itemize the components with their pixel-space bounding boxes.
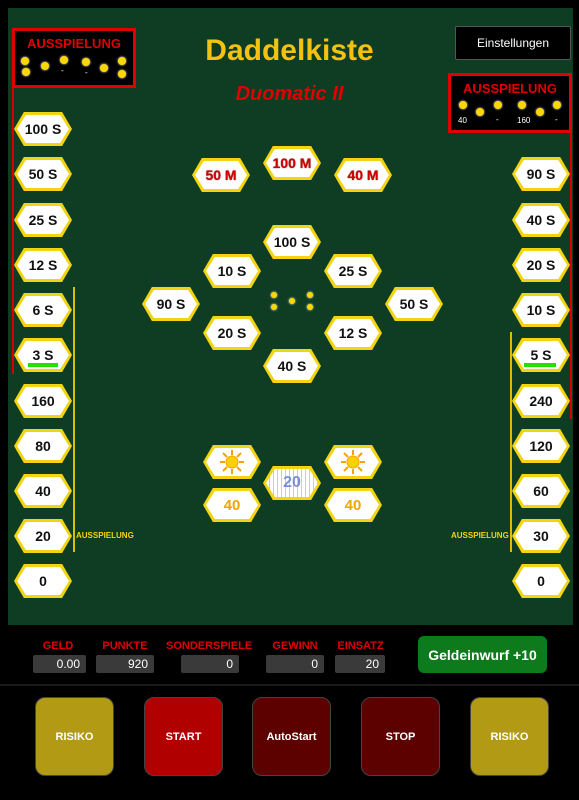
- wheel-field: 50 S: [385, 287, 443, 321]
- wheel-center-light: [289, 298, 295, 304]
- ausspielung-left-light: [100, 64, 108, 72]
- left-reel-value: 40: [203, 488, 261, 522]
- ausspielung-left-light: [41, 62, 49, 70]
- left-reel-symbol: [203, 445, 261, 479]
- right-ladder-step: 10 S: [512, 293, 570, 327]
- wheel-field: 100 S: [263, 225, 321, 259]
- wheel-center-light: [307, 292, 313, 298]
- ausspielung-left-light: [60, 56, 68, 64]
- ausspielung-left-light: [22, 68, 30, 76]
- ausspielung-right-slot: 40: [458, 116, 467, 125]
- geldeinwurf-button[interactable]: Geldeinwurf +10: [418, 636, 547, 673]
- wheel-center-light: [271, 292, 277, 298]
- ausspielung-left-slot: -: [61, 66, 64, 75]
- ausspielung-left-light: [118, 57, 126, 65]
- settings-button[interactable]: Einstellungen: [455, 26, 571, 60]
- right-ausspielung-label: AUSSPIELUNG: [451, 531, 509, 540]
- ausspielung-right-slot: 160: [517, 116, 531, 125]
- ausspielung-left-light: [118, 70, 126, 78]
- ausspielung-right-slot: -: [496, 115, 499, 124]
- left-active-indicator: [28, 363, 58, 367]
- left-ladder-step: 12 S: [14, 248, 72, 282]
- sonderspiele-value: 0: [181, 655, 239, 673]
- ausspielung-left-light: [21, 57, 29, 65]
- ausspielung-left-light: [82, 58, 90, 66]
- wheel-field: 12 S: [324, 316, 382, 350]
- risiko-left-button[interactable]: RISIKO: [35, 697, 114, 776]
- left-ladder-step: 50 S: [14, 157, 72, 191]
- ausspielung-right-light: [476, 108, 484, 116]
- einsatz-value: 20: [335, 655, 385, 673]
- right-reel-symbol: [324, 445, 382, 479]
- left-ladder-step: 40: [14, 474, 72, 508]
- ausspielung-right-light: [553, 101, 561, 109]
- top-row-field: 40 M: [334, 158, 392, 192]
- ausspielung-right-light: [536, 108, 544, 116]
- wheel-field: 20 S: [203, 316, 261, 350]
- divider: [0, 684, 579, 686]
- ausspielung-left-box: AUSSPIELUNG: [12, 28, 136, 88]
- autostart-button[interactable]: AutoStart: [252, 697, 331, 776]
- top-row-field: 50 M: [192, 158, 250, 192]
- ausspielung-right-slot: -: [555, 115, 558, 124]
- wheel-field: 10 S: [203, 254, 261, 288]
- left-ladder-step: 6 S: [14, 293, 72, 327]
- right-active-indicator: [524, 363, 556, 367]
- risiko-right-button[interactable]: RISIKO: [470, 697, 549, 776]
- left-ladder-step: 20: [14, 519, 72, 553]
- top-row-field: 100 M: [263, 146, 321, 180]
- left-ladder-step: 160: [14, 384, 72, 418]
- center-reel: 20: [263, 466, 321, 500]
- ausspielung-left-slot: -: [85, 68, 88, 77]
- right-ladder-line: [510, 332, 512, 552]
- left-ladder-step: 0: [14, 564, 72, 598]
- right-ladder-step: 60: [512, 474, 570, 508]
- right-red-line: [570, 133, 572, 419]
- ausspielung-right-label: AUSSPIELUNG: [463, 81, 557, 96]
- wheel-field: 90 S: [142, 287, 200, 321]
- wheel-center-light: [271, 304, 277, 310]
- left-ladder-step: 80: [14, 429, 72, 463]
- left-ausspielung-label: AUSSPIELUNG: [76, 531, 134, 540]
- right-ladder-step: 90 S: [512, 157, 570, 191]
- stop-button[interactable]: STOP: [361, 697, 440, 776]
- sun-icon: [220, 450, 244, 474]
- right-ladder-step: 40 S: [512, 203, 570, 237]
- gewinn-value: 0: [266, 655, 324, 673]
- gewinn-label: GEWINN: [272, 640, 318, 652]
- ausspielung-right-light: [459, 101, 467, 109]
- geld-value: 0.00: [33, 655, 86, 673]
- ausspielung-right-light: [494, 101, 502, 109]
- right-ladder-step: 30: [512, 519, 570, 553]
- sonderspiele-label: SONDERSPIELE: [166, 640, 253, 652]
- start-button[interactable]: START: [144, 697, 223, 776]
- einsatz-label: EINSATZ: [337, 640, 384, 652]
- punkte-value: 920: [96, 655, 154, 673]
- ausspielung-left-label: AUSSPIELUNG: [27, 36, 121, 51]
- right-ladder-step: 120: [512, 429, 570, 463]
- right-ladder-step: 240: [512, 384, 570, 418]
- sun-icon: [341, 450, 365, 474]
- left-red-line: [12, 88, 14, 374]
- right-ladder-step: 20 S: [512, 248, 570, 282]
- wheel-field: 40 S: [263, 349, 321, 383]
- left-ladder-step: 25 S: [14, 203, 72, 237]
- right-reel-value: 40: [324, 488, 382, 522]
- ausspielung-right-light: [518, 101, 526, 109]
- geld-label: GELD: [42, 640, 74, 652]
- right-ladder-step: 0: [512, 564, 570, 598]
- wheel-field: 25 S: [324, 254, 382, 288]
- left-ladder-line: [73, 287, 75, 552]
- wheel-center-light: [307, 304, 313, 310]
- left-ladder-step: 100 S: [14, 112, 72, 146]
- punkte-label: PUNKTE: [102, 640, 148, 652]
